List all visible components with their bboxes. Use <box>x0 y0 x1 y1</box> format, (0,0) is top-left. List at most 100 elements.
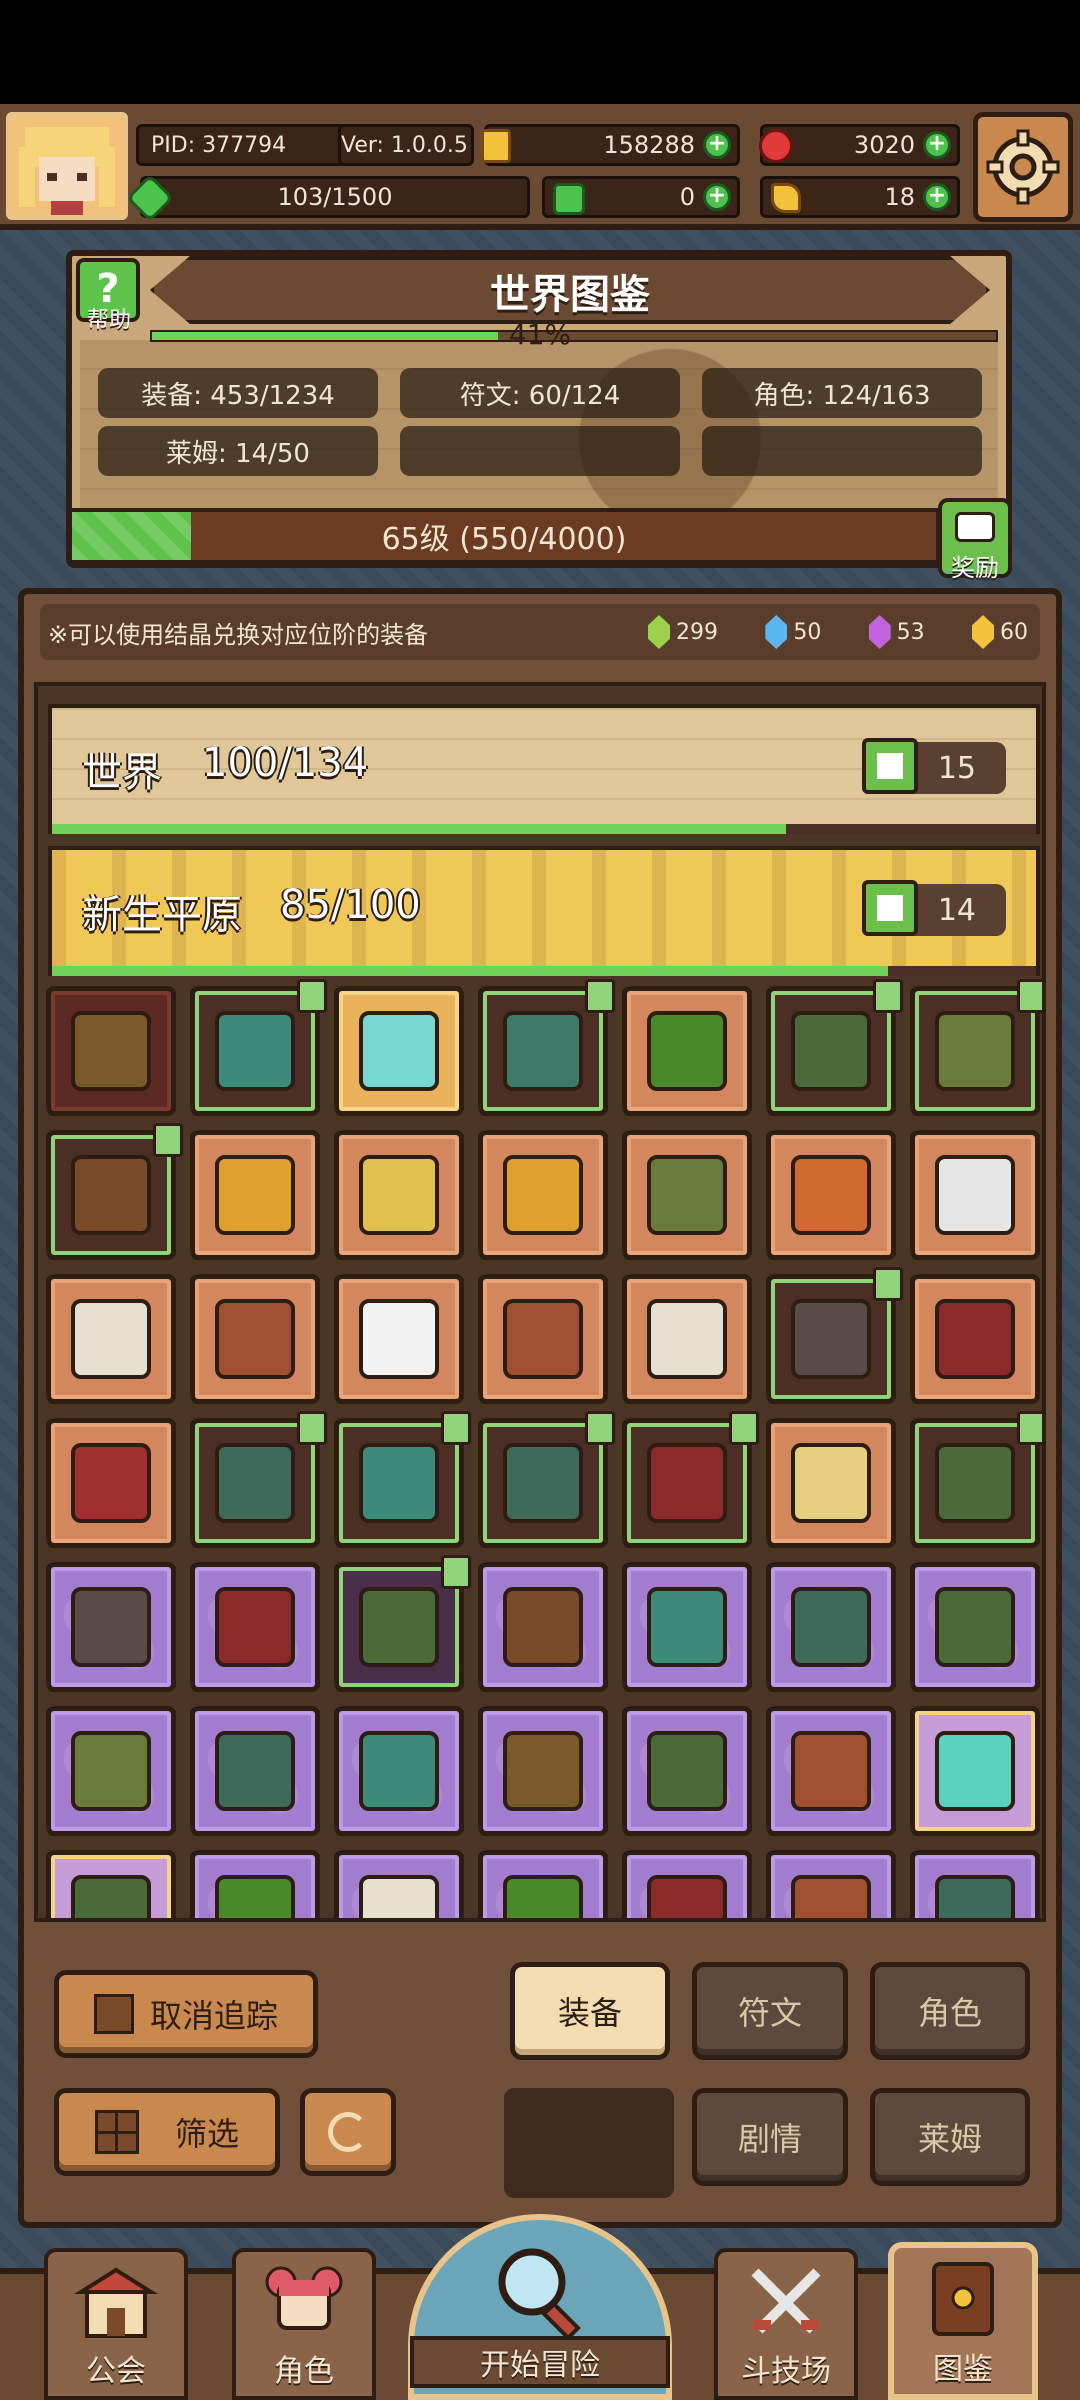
add-gold-button[interactable]: + <box>703 131 731 159</box>
equipment-tile[interactable] <box>46 1418 176 1548</box>
equipment-tile[interactable] <box>766 1267 903 1404</box>
region-world-card[interactable]: 世界 100/134 15 <box>48 704 1040 834</box>
equipment-tile[interactable] <box>190 1130 320 1260</box>
add-ruby-button[interactable]: + <box>923 131 951 159</box>
feather-amount: 18 <box>884 183 915 211</box>
equipment-tile[interactable] <box>910 1706 1040 1836</box>
feather-icon <box>771 183 801 213</box>
empty-slot <box>504 2088 674 2198</box>
equipment-tile[interactable] <box>478 1562 608 1692</box>
equipment-tile[interactable] <box>910 979 1042 1116</box>
filter-button[interactable]: 筛选 <box>54 2088 280 2176</box>
equipment-tile[interactable] <box>622 1274 752 1404</box>
equipment-tile[interactable] <box>334 1274 464 1404</box>
collection-grid[interactable]: 世界 100/134 15 新生平原 85/100 14 <box>34 682 1046 1922</box>
equipment-tile[interactable] <box>478 1850 608 1918</box>
gold-box: 158288 + <box>481 124 740 166</box>
tab-equipment[interactable]: 装备 <box>510 1962 670 2060</box>
liked-thumbs-up-icon <box>873 979 903 1013</box>
nav-character[interactable]: 角色 <box>232 2248 376 2400</box>
thumbs-up-icon[interactable] <box>862 738 918 794</box>
helmet-icon <box>215 1875 295 1918</box>
nav-codex[interactable]: 图鉴 <box>888 2242 1038 2400</box>
region-progress-bar <box>52 966 1036 976</box>
nav-guild[interactable]: 公会 <box>44 2248 188 2400</box>
purple-crystal-icon <box>868 615 891 649</box>
crossed-swords-icon <box>751 2268 821 2334</box>
equipment-tile[interactable] <box>910 1850 1040 1918</box>
equipment-tile[interactable] <box>910 1411 1042 1548</box>
equipment-tile[interactable] <box>334 1130 464 1260</box>
equipment-tile[interactable] <box>910 1562 1040 1692</box>
equipment-tile[interactable] <box>478 1706 608 1836</box>
tab-story[interactable]: 剧情 <box>692 2088 848 2186</box>
stat-equipment: 装备: 453/1234 <box>98 368 378 418</box>
scroll-icon <box>791 1443 871 1523</box>
hood-icon <box>647 1443 727 1523</box>
hood-icon <box>647 1875 727 1918</box>
equipment-tile[interactable] <box>46 1850 176 1918</box>
equipment-tile[interactable] <box>334 1850 464 1918</box>
help-label[interactable]: 帮助 <box>74 302 144 334</box>
settings-gear-icon[interactable] <box>973 112 1073 222</box>
equipment-tile[interactable] <box>46 1706 176 1836</box>
tab-slime[interactable]: 莱姆 <box>870 2088 1030 2186</box>
equipment-tile[interactable] <box>622 1130 752 1260</box>
equipment-tile[interactable] <box>334 1411 471 1548</box>
equipment-tile[interactable] <box>766 1562 896 1692</box>
region-plains-card[interactable]: 新生平原 85/100 14 <box>48 846 1040 976</box>
equipment-tile[interactable] <box>190 979 327 1116</box>
gem-ring-icon <box>791 1155 871 1235</box>
equipment-tile[interactable] <box>190 1274 320 1404</box>
reward-label[interactable]: 奖励 <box>938 548 1012 583</box>
equipment-tile[interactable] <box>190 1411 327 1548</box>
liked-thumbs-up-icon <box>297 1411 327 1445</box>
add-feather-button[interactable]: + <box>923 183 951 211</box>
equipment-tile[interactable] <box>766 1706 896 1836</box>
equipment-tile[interactable] <box>478 979 615 1116</box>
equipment-tile[interactable] <box>46 1123 183 1260</box>
equipment-tile[interactable] <box>622 1411 759 1548</box>
equipment-tile[interactable] <box>622 1562 752 1692</box>
reset-button[interactable] <box>300 2088 396 2176</box>
player-avatar[interactable] <box>6 112 128 220</box>
liked-thumbs-up-icon <box>873 1267 903 1301</box>
armor-icon <box>359 1587 439 1667</box>
equipment-tile[interactable] <box>766 979 903 1116</box>
equipment-tile[interactable] <box>334 986 464 1116</box>
nav-arena[interactable]: 斗技场 <box>714 2248 858 2400</box>
amulet-icon <box>359 1155 439 1235</box>
equipment-tile[interactable] <box>46 1274 176 1404</box>
tab-characters[interactable]: 角色 <box>870 1962 1030 2060</box>
ruby-amount: 3020 <box>853 131 915 159</box>
equipment-tile[interactable] <box>190 1850 320 1918</box>
equipment-tile[interactable] <box>766 1130 896 1260</box>
tab-equipment-label: 装备 <box>557 1994 622 2032</box>
pouch-icon <box>791 1875 871 1918</box>
add-clover-button[interactable]: + <box>703 183 731 211</box>
equipment-tile[interactable] <box>478 1130 608 1260</box>
tab-story-label: 剧情 <box>737 2120 802 2158</box>
tab-runes[interactable]: 符文 <box>692 1962 848 2060</box>
blue-crystal-count: 50 <box>793 619 822 645</box>
equipment-tile[interactable] <box>910 1130 1040 1260</box>
equipment-tile[interactable] <box>190 1706 320 1836</box>
equipment-tile[interactable] <box>334 1555 471 1692</box>
equipment-tile[interactable] <box>622 1706 752 1836</box>
region-name: 世界 <box>82 750 162 796</box>
refresh-icon <box>328 2112 368 2152</box>
equipment-tile[interactable] <box>766 1850 896 1918</box>
equipment-tile[interactable] <box>622 986 752 1116</box>
equipment-tile[interactable] <box>910 1274 1040 1404</box>
untrack-button[interactable]: 取消追踪 <box>54 1970 318 2058</box>
equipment-tile[interactable] <box>334 1706 464 1836</box>
equipment-tile[interactable] <box>46 986 176 1116</box>
equipment-tile[interactable] <box>478 1411 615 1548</box>
equipment-tile[interactable] <box>766 1418 896 1548</box>
thumbs-up-icon[interactable] <box>862 880 918 936</box>
equipment-tile[interactable] <box>190 1562 320 1692</box>
equipment-tile[interactable] <box>478 1274 608 1404</box>
equipment-tile[interactable] <box>46 1562 176 1692</box>
level-text: 65级 (550/4000) <box>381 522 627 557</box>
equipment-tile[interactable] <box>622 1850 752 1918</box>
